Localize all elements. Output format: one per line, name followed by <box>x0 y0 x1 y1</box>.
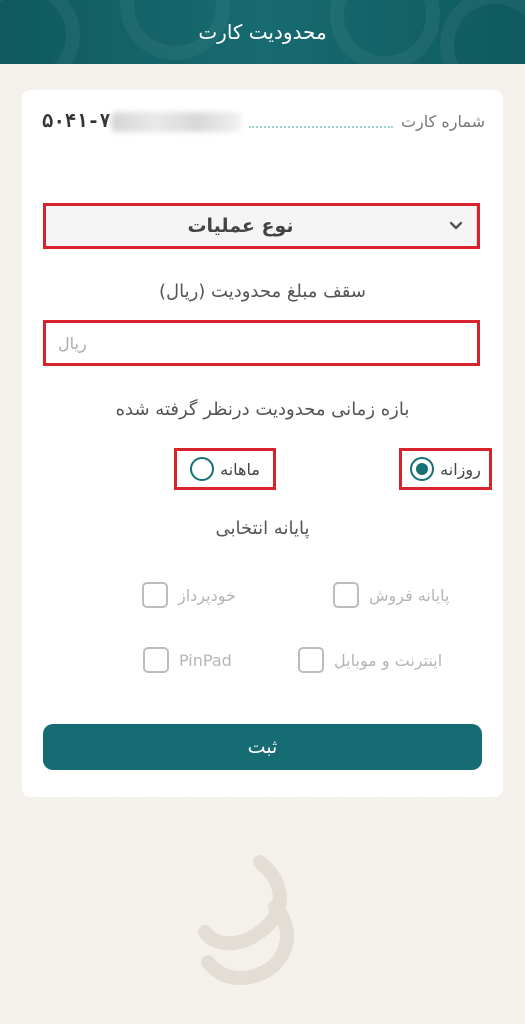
checkbox-internet-label: اینترنت و موبایل <box>334 650 443 670</box>
checkbox-pos-label: پایانه فروش <box>369 585 450 605</box>
radio-monthly-label: ماهانه <box>220 459 260 479</box>
period-section-title: بازه زمانی محدودیت درنظر گرفته شده <box>115 399 410 420</box>
app-header: محدودیت کارت <box>0 0 525 64</box>
checkbox-icon <box>142 582 168 608</box>
checkbox-pinpad[interactable]: PinPad <box>143 647 232 673</box>
operation-type-select[interactable]: نوع عملیات <box>43 203 480 249</box>
card-number-label: شماره کارت <box>400 111 485 131</box>
brand-logo-icon <box>198 855 294 985</box>
page-title: محدودیت کارت <box>198 20 327 44</box>
amount-section-title: سقف مبلغ محدودیت (ریال) <box>158 281 366 302</box>
radio-checked-icon <box>410 457 435 481</box>
radio-daily[interactable]: روزانه <box>399 448 492 490</box>
dotted-divider <box>248 114 393 128</box>
radio-monthly[interactable]: ماهانه <box>174 448 276 490</box>
terminal-section-title: پایانه انتخابی <box>215 518 310 539</box>
checkbox-icon <box>143 647 169 673</box>
submit-button[interactable]: ثبت <box>43 724 482 770</box>
radio-unchecked-icon <box>190 457 215 481</box>
radio-daily-label: روزانه <box>440 459 481 479</box>
operation-type-value: نوع عملیات <box>187 215 294 237</box>
checkbox-icon <box>298 647 324 673</box>
card-number-value: ۵۰۴۱-۷ <box>42 110 241 132</box>
amount-field-wrapper <box>43 320 480 366</box>
masked-digits <box>110 111 241 132</box>
card-number-row: شماره کارت ۵۰۴۱-۷ <box>42 106 485 136</box>
checkbox-internet-mobile[interactable]: اینترنت و موبایل <box>298 647 442 673</box>
checkbox-pinpad-label: PinPad <box>179 650 232 670</box>
amount-input[interactable] <box>46 323 477 363</box>
checkbox-icon <box>333 582 359 608</box>
limit-form-card: شماره کارت ۵۰۴۱-۷ نوع عملیات سقف مبلغ مح… <box>22 90 503 797</box>
checkbox-atm[interactable]: خودپرداز <box>142 582 236 608</box>
checkbox-pos-terminal[interactable]: پایانه فروش <box>333 582 450 608</box>
chevron-down-icon <box>435 206 477 246</box>
checkbox-atm-label: خودپرداز <box>178 585 236 605</box>
